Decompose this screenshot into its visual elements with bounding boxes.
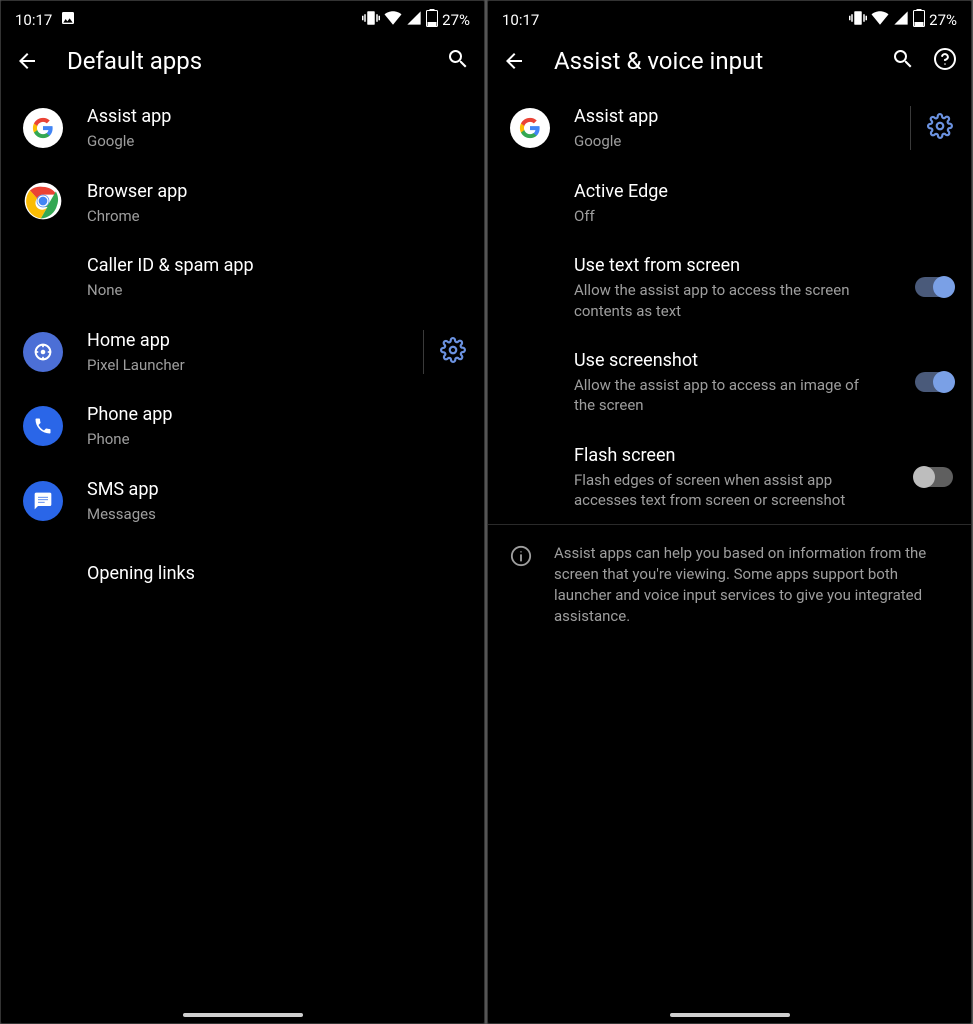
battery-percent: 27% — [929, 11, 957, 29]
info-icon — [510, 545, 532, 627]
pixel-launcher-icon — [23, 332, 63, 372]
row-sub: Messages — [87, 504, 466, 524]
assist-info-block: Assist apps can help you based on inform… — [488, 524, 971, 645]
opening-links-row[interactable]: Opening links — [1, 538, 484, 610]
assist-app-settings-gear[interactable] — [927, 113, 953, 143]
row-sub: Allow the assist app to access the scree… — [574, 280, 881, 321]
caller-id-row[interactable]: Caller ID & spam app None — [1, 240, 484, 315]
messages-icon — [23, 481, 63, 521]
row-title: Assist app — [87, 105, 466, 129]
browser-app-row[interactable]: Browser app Chrome — [1, 166, 484, 241]
screen-default-apps: 10:17 27% Default apps — [0, 0, 485, 1024]
search-button[interactable] — [891, 47, 915, 75]
app-bar: Default apps — [1, 37, 484, 91]
flash-screen-switch[interactable] — [915, 467, 953, 487]
use-screenshot-switch[interactable] — [915, 372, 953, 392]
status-bar: 10:17 27% — [488, 1, 971, 37]
row-title: Flash screen — [574, 444, 881, 468]
google-g-icon — [23, 108, 63, 148]
wifi-icon — [384, 9, 402, 31]
row-sub: Flash edges of screen when assist app ac… — [574, 470, 881, 511]
row-sub: Off — [574, 206, 953, 226]
back-button[interactable] — [15, 49, 41, 73]
chrome-icon — [23, 181, 63, 225]
status-bar: 10:17 27% — [1, 1, 484, 37]
vibrate-icon — [362, 9, 380, 31]
status-time: 10:17 — [15, 11, 52, 29]
phone-icon — [23, 406, 63, 446]
phone-app-row[interactable]: Phone app Phone — [1, 389, 484, 464]
signal-icon — [406, 10, 422, 30]
row-sub: Google — [574, 131, 886, 151]
sms-app-row[interactable]: SMS app Messages — [1, 464, 484, 539]
signal-icon — [893, 10, 909, 30]
row-title: Assist app — [574, 105, 886, 129]
back-button[interactable] — [502, 49, 528, 73]
row-sub: None — [87, 280, 466, 300]
divider — [910, 106, 911, 150]
app-bar: Assist & voice input — [488, 37, 971, 91]
row-title: Opening links — [87, 562, 466, 586]
help-button[interactable] — [933, 47, 957, 75]
row-title: Use text from screen — [574, 254, 881, 278]
row-title: Browser app — [87, 180, 466, 204]
row-sub: Chrome — [87, 206, 466, 226]
page-title: Assist & voice input — [554, 47, 865, 75]
use-screenshot-row[interactable]: Use screenshot Allow the assist app to a… — [488, 335, 971, 430]
battery-icon — [426, 9, 438, 31]
search-button[interactable] — [446, 47, 470, 75]
status-time: 10:17 — [502, 11, 539, 29]
row-title: Use screenshot — [574, 349, 881, 373]
vibrate-icon — [849, 9, 867, 31]
flash-screen-row[interactable]: Flash screen Flash edges of screen when … — [488, 430, 971, 525]
gesture-nav-indicator[interactable] — [670, 1013, 790, 1017]
wifi-icon — [871, 9, 889, 31]
home-app-settings-gear[interactable] — [440, 337, 466, 367]
row-sub: Google — [87, 131, 466, 151]
row-title: Phone app — [87, 403, 466, 427]
row-title: Home app — [87, 329, 399, 353]
screen-assist-voice-input: 10:17 27% Assist & voice input — [487, 0, 972, 1024]
divider — [423, 330, 424, 374]
battery-icon — [913, 9, 925, 31]
image-indicator-icon — [60, 10, 76, 30]
battery-percent: 27% — [442, 11, 470, 29]
row-sub: Allow the assist app to access an image … — [574, 375, 881, 416]
row-title: Active Edge — [574, 180, 953, 204]
use-text-switch[interactable] — [915, 277, 953, 297]
gesture-nav-indicator[interactable] — [183, 1013, 303, 1017]
assist-app-row[interactable]: Assist app Google — [488, 91, 971, 166]
row-sub: Pixel Launcher — [87, 355, 399, 375]
assist-app-row[interactable]: Assist app Google — [1, 91, 484, 166]
info-text: Assist apps can help you based on inform… — [554, 543, 949, 627]
google-g-icon — [510, 108, 550, 148]
page-title: Default apps — [67, 47, 420, 75]
row-title: SMS app — [87, 478, 466, 502]
active-edge-row[interactable]: Active Edge Off — [488, 166, 971, 241]
row-title: Caller ID & spam app — [87, 254, 466, 278]
use-text-row[interactable]: Use text from screen Allow the assist ap… — [488, 240, 971, 335]
home-app-row[interactable]: Home app Pixel Launcher — [1, 315, 484, 390]
row-sub: Phone — [87, 429, 466, 449]
